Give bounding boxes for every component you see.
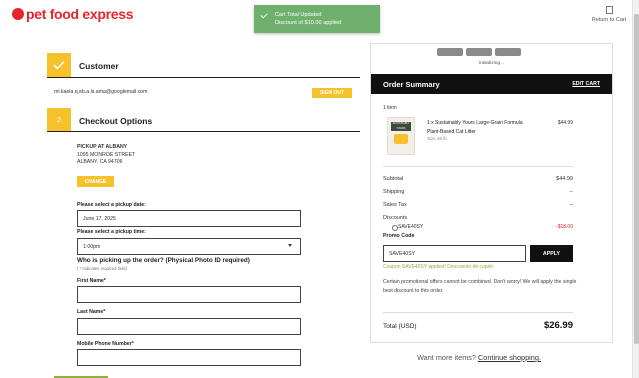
order-summary-title: Order Summary [383, 80, 440, 89]
pickup-date-value: June 17, 2025 [83, 215, 116, 222]
subtotal-label: Subtotal [383, 176, 404, 182]
checkout-step-title: Checkout Options [79, 116, 153, 126]
divider [383, 312, 573, 313]
brand-logo[interactable]: pet food express [12, 6, 134, 22]
customer-email: mi.kaela.q.eb.a.ls.ama@googlemail.com [54, 89, 148, 95]
checkout-step-number: 2 [47, 108, 71, 132]
divider [383, 166, 573, 167]
pickup-time-label: Please select a pickup time: [77, 229, 146, 235]
payment-loading-pill [437, 48, 463, 56]
chevron-down-icon [288, 244, 292, 247]
last-name-field[interactable] [77, 318, 301, 335]
logo-text: pet food express [26, 6, 134, 22]
payment-loading-pill [466, 48, 492, 56]
toast-title: Cart Total Updated [275, 12, 322, 18]
product-size: Size 26 lb [427, 136, 447, 141]
subtotal-value: $44.99 [556, 176, 573, 182]
discounts-label: Discounts [383, 215, 408, 221]
promo-code-value: SAVE40SY [389, 250, 416, 257]
pickup-date-label: Please select a pickup date: [77, 202, 146, 208]
store-name: PICKUP AT ALBANY [77, 144, 128, 150]
initializing-text: Initializing... [478, 61, 505, 66]
product-name[interactable]: 1 x Sustainably Yours Large-Grain Formul… [427, 119, 523, 137]
first-name-label: First Name* [77, 278, 106, 284]
cart-icon [605, 6, 613, 14]
check-icon [53, 60, 65, 70]
pickup-person-heading: Who is picking up the order? (Physical P… [77, 257, 250, 264]
total-label: Total (USD) [383, 323, 417, 330]
pickup-time-select[interactable]: 1:00pm [77, 238, 301, 255]
discount-value: -$18.00 [556, 224, 573, 230]
apply-promo-button[interactable]: APPLY [530, 245, 573, 262]
total-value: $26.99 [543, 320, 573, 331]
product-image-label: SUSTAINABLY YOURS [391, 122, 411, 131]
customer-step-icon [47, 53, 71, 77]
sign-out-button[interactable]: SIGN OUT [312, 88, 352, 98]
first-name-field[interactable] [77, 286, 301, 303]
cat-icon [394, 134, 408, 144]
pickup-time-value: 1:00pm [83, 243, 101, 250]
promo-code-label: Promo Code [383, 233, 415, 239]
shipping-value: -- [569, 189, 573, 195]
product-price: $44.99 [557, 120, 573, 126]
scrollbar-thumb[interactable] [634, 14, 639, 344]
order-summary-header: Order Summary EDIT CART [371, 74, 612, 94]
paw-icon [12, 8, 24, 20]
return-to-cart-label: Return to Cart [591, 17, 627, 23]
toast-message: Discount of $10.00 applied [275, 20, 342, 26]
continue-shopping-link[interactable]: Continue shopping. [478, 353, 541, 362]
phone-field[interactable] [77, 349, 301, 366]
store-city: ALBANY, CA 94706 [77, 159, 123, 165]
divider [47, 131, 360, 132]
phone-label: Mobile Phone Number* [77, 341, 134, 347]
pickup-date-input[interactable]: June 17, 2025 [77, 210, 301, 227]
sales-tax-value: -- [569, 202, 573, 208]
last-name-label: Last Name* [77, 309, 106, 315]
want-more-text: Want more items? [417, 353, 476, 362]
shipping-label: Shipping [383, 189, 405, 195]
discount-code: SAVE40SY [398, 224, 424, 230]
check-icon [260, 11, 268, 19]
product-name-line1: 1 x Sustainably Yours Large-Grain Formul… [427, 120, 523, 126]
product-image: SUSTAINABLY YOURS [387, 117, 415, 155]
sales-tax-label: Sales Tax [383, 202, 407, 208]
continue-shopping-row: Want more items? Continue shopping. [370, 353, 588, 362]
promo-note: Certain promotional offers cannot be com… [383, 279, 577, 294]
edit-cart-link[interactable]: EDIT CART [572, 81, 600, 87]
page-scrollbar[interactable] [632, 0, 639, 378]
item-count: 1 item [383, 105, 397, 111]
change-store-button[interactable]: CHANGE [77, 176, 114, 187]
store-street: 1095 MONROE STREET [77, 152, 136, 158]
promo-code-input[interactable]: SAVE40SY [383, 245, 526, 262]
toast-notification: Cart Total Updated Discount of $10.00 ap… [254, 5, 380, 33]
promo-success-message: Coupon SAVE40SY applied! Descuento de cu… [383, 264, 494, 270]
divider [47, 77, 360, 78]
payment-loading-pill [495, 48, 521, 56]
required-note: ( * indicates required field) [77, 266, 127, 271]
return-to-cart-link[interactable]: Return to Cart [584, 6, 634, 23]
customer-step-title: Customer [79, 61, 119, 71]
